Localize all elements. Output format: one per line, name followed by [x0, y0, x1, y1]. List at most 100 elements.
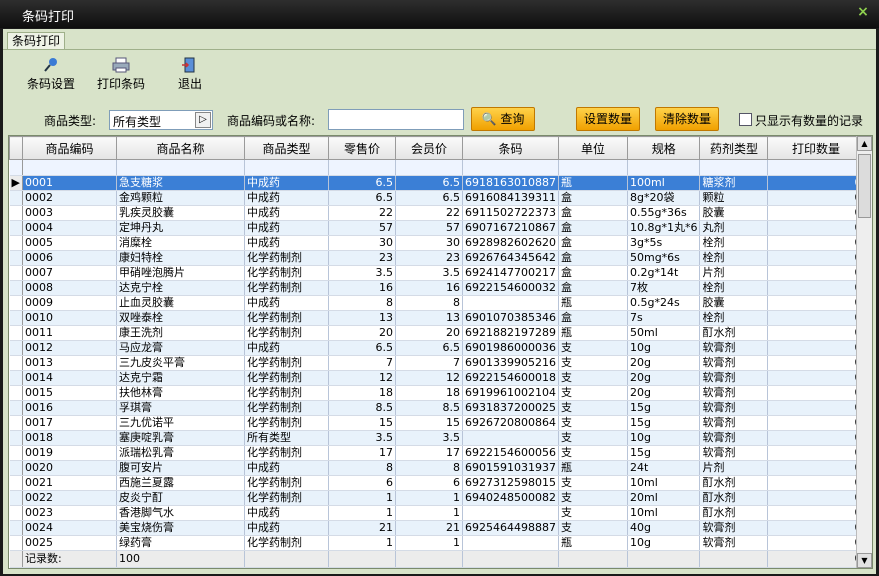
table-cell[interactable]: 支: [558, 355, 628, 371]
table-cell[interactable]: 6901339905216: [462, 355, 559, 371]
code-input[interactable]: [328, 109, 464, 130]
table-cell[interactable]: 15: [328, 415, 396, 431]
table-cell[interactable]: 6.5: [395, 175, 463, 191]
type-select[interactable]: 所有类型 ▷: [109, 110, 213, 130]
table-cell[interactable]: 康王洗剂: [116, 325, 245, 341]
only-quantity-checkbox[interactable]: [739, 113, 752, 126]
table-cell[interactable]: 化学药制剂: [244, 445, 329, 461]
table-cell[interactable]: 甲硝唑泡腾片: [116, 265, 245, 281]
table-cell[interactable]: 7: [328, 355, 396, 371]
table-cell[interactable]: 香港脚气水: [116, 505, 245, 521]
table-cell[interactable]: 栓剂: [699, 280, 769, 296]
table-cell[interactable]: 0: [767, 175, 865, 191]
table-cell[interactable]: 马应龙膏: [116, 340, 245, 356]
table-cell[interactable]: 20g: [627, 385, 701, 401]
table-cell[interactable]: 化学药制剂: [244, 280, 329, 296]
table-cell[interactable]: 21: [328, 520, 396, 536]
table-cell[interactable]: 6940248500082: [462, 490, 559, 506]
table-cell[interactable]: 6: [395, 475, 463, 491]
table-cell[interactable]: 胶囊: [699, 295, 769, 311]
table-cell[interactable]: 三九皮炎平膏: [116, 355, 245, 371]
table-cell[interactable]: 1: [395, 505, 463, 521]
filter-cell[interactable]: [116, 159, 245, 176]
table-cell[interactable]: 18: [395, 385, 463, 401]
table-cell[interactable]: 乳疾灵胶囊: [116, 205, 245, 221]
table-cell[interactable]: 0: [767, 205, 865, 221]
table-cell[interactable]: 8: [395, 460, 463, 476]
table-cell[interactable]: 盒: [558, 250, 628, 266]
table-cell[interactable]: 0003: [22, 205, 117, 221]
close-icon[interactable]: ×: [855, 4, 871, 20]
table-cell[interactable]: 达克宁栓: [116, 280, 245, 296]
table-cell[interactable]: 6926764345642: [462, 250, 559, 266]
table-cell[interactable]: 100ml: [627, 175, 701, 191]
table-cell[interactable]: 瓶: [558, 460, 628, 476]
table-cell[interactable]: 中成药: [244, 190, 329, 206]
clear-quantity-button[interactable]: 清除数量: [655, 107, 719, 131]
table-cell[interactable]: 中成药: [244, 295, 329, 311]
filter-cell[interactable]: [395, 159, 463, 176]
table-cell[interactable]: 0021: [22, 475, 117, 491]
filter-cell[interactable]: [244, 159, 329, 176]
table-cell[interactable]: 中成药: [244, 460, 329, 476]
table-cell[interactable]: 所有类型: [244, 430, 329, 446]
table-cell[interactable]: 瓶: [558, 535, 628, 551]
table-cell[interactable]: 20g: [627, 355, 701, 371]
table-cell[interactable]: 胶囊: [699, 205, 769, 221]
table-cell[interactable]: 23: [395, 250, 463, 266]
table-cell[interactable]: 中成药: [244, 175, 329, 191]
table-cell[interactable]: 17: [395, 445, 463, 461]
table-cell[interactable]: 10ml: [627, 505, 701, 521]
row-indicator[interactable]: [9, 265, 23, 281]
table-cell[interactable]: 0023: [22, 505, 117, 521]
table-cell[interactable]: 化学药制剂: [244, 355, 329, 371]
table-cell[interactable]: 0: [767, 505, 865, 521]
table-cell[interactable]: 盒: [558, 190, 628, 206]
table-cell[interactable]: 0: [767, 355, 865, 371]
table-cell[interactable]: [462, 430, 559, 446]
table-cell[interactable]: 0024: [22, 520, 117, 536]
table-cell[interactable]: 0: [767, 340, 865, 356]
table-row[interactable]: 0015扶他林膏化学药制剂18186919961002104支20g软膏剂0: [9, 385, 865, 401]
table-row[interactable]: 0007 甲硝唑泡腾片 化学药制剂 3.5 3.5 6924147700217 盒 0.2g*…: [9, 265, 865, 281]
table-cell[interactable]: 康妇特栓: [116, 250, 245, 266]
row-indicator[interactable]: [9, 535, 23, 551]
table-cell[interactable]: 片剂: [699, 460, 769, 476]
table-cell[interactable]: 22: [328, 205, 396, 221]
table-cell[interactable]: 6901986000036: [462, 340, 559, 356]
row-indicator[interactable]: [9, 415, 23, 431]
table-cell[interactable]: 0: [767, 370, 865, 386]
table-cell[interactable]: 18: [328, 385, 396, 401]
row-indicator[interactable]: [9, 400, 23, 416]
row-indicator[interactable]: [9, 250, 23, 266]
table-cell[interactable]: 6918163010887: [462, 175, 559, 191]
table-cell[interactable]: 0012: [22, 340, 117, 356]
table-cell[interactable]: 0: [767, 535, 865, 551]
table-cell[interactable]: 支: [558, 340, 628, 356]
table-cell[interactable]: 化学药制剂: [244, 535, 329, 551]
table-cell[interactable]: 0: [767, 415, 865, 431]
table-row[interactable]: 0014达克宁霜化学药制剂12126922154600018支20g软膏剂0: [9, 370, 865, 386]
table-cell[interactable]: 6901070385346: [462, 310, 559, 326]
table-cell[interactable]: 软膏剂: [699, 370, 769, 386]
table-cell[interactable]: [462, 295, 559, 311]
table-cell[interactable]: 0: [767, 250, 865, 266]
table-cell[interactable]: 6926720800864: [462, 415, 559, 431]
table-row[interactable]: 0003 乳疾灵胶囊 中成药 22 22 6911502722373 盒 0.55g*36s 胶…: [9, 205, 865, 221]
col-header[interactable]: 单位: [557, 136, 628, 160]
table-cell[interactable]: 软膏剂: [699, 430, 769, 446]
table-cell[interactable]: 1: [328, 490, 396, 506]
row-indicator[interactable]: [9, 475, 23, 491]
row-indicator[interactable]: [9, 505, 23, 521]
table-row[interactable]: 0022皮炎宁酊化学药制剂116940248500082支20ml酊水剂0: [9, 490, 865, 506]
table-cell[interactable]: 6922154600056: [462, 445, 559, 461]
table-cell[interactable]: 软膏剂: [699, 355, 769, 371]
table-cell[interactable]: 化学药制剂: [244, 250, 329, 266]
table-cell[interactable]: 7: [395, 355, 463, 371]
table-row[interactable]: 0021西施兰夏露化学药制剂666927312598015支10ml酊水剂0: [9, 475, 865, 491]
table-row[interactable]: ▶ 0001 急支糖浆 中成药 6.5 6.5 6918163010887 瓶 100ml 糖浆剂…: [9, 175, 865, 191]
table-cell[interactable]: 盒: [558, 310, 628, 326]
row-indicator[interactable]: [9, 460, 23, 476]
scroll-up-icon[interactable]: ▲: [857, 136, 872, 151]
row-indicator[interactable]: [9, 310, 23, 326]
